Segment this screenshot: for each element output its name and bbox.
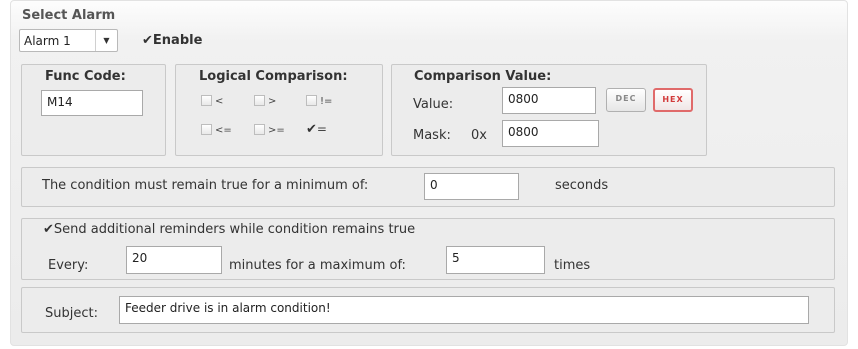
option-ge[interactable]: >= [254, 124, 285, 136]
checkbox-le[interactable] [201, 124, 212, 135]
option-ne[interactable]: != [306, 95, 332, 107]
every-label: Every: [48, 258, 89, 273]
mask-label: Mask: [413, 128, 451, 143]
check-icon: ✔ [142, 33, 153, 48]
checkbox-gt[interactable] [254, 95, 265, 106]
every-minutes-input[interactable]: 20 [126, 246, 222, 274]
check-icon[interactable]: ✔ [306, 122, 317, 137]
reminders-label: Send additional reminders while conditio… [53, 222, 416, 237]
times-label: times [554, 258, 591, 273]
checkbox-ne[interactable] [306, 95, 317, 106]
value-input[interactable]: 0800 [502, 87, 596, 114]
chevron-down-icon[interactable]: ▼ [95, 30, 117, 51]
func-code-legend: Func Code: [45, 69, 126, 84]
mask-prefix: 0x [471, 128, 487, 143]
func-code-input[interactable]: M14 [41, 90, 143, 116]
condition-prefix: The condition must remain true for a min… [42, 178, 369, 193]
alarm-select-value: Alarm 1 [24, 34, 71, 48]
option-eq[interactable]: ✔= [306, 122, 327, 137]
mask-input[interactable]: 0800 [502, 120, 599, 147]
checkbox-lt[interactable] [201, 95, 212, 106]
dec-button[interactable]: DEC [606, 88, 646, 112]
minutes-label: minutes for a maximum of: [229, 258, 406, 273]
subject-input[interactable]: Feeder drive is in alarm condition! [119, 296, 809, 324]
hex-button[interactable]: HEX [653, 88, 693, 112]
enable-label: Enable [152, 33, 203, 48]
checkbox-ge[interactable] [254, 124, 265, 135]
comparison-value-legend: Comparison Value: [414, 69, 552, 84]
subject-label: Subject: [45, 306, 98, 321]
max-times-input[interactable]: 5 [446, 246, 545, 274]
condition-seconds-input[interactable]: 0 [424, 173, 519, 200]
logical-comparison-legend: Logical Comparison: [199, 69, 348, 84]
option-le[interactable]: <= [201, 124, 232, 136]
enable-checkbox[interactable]: ✔Enable [142, 33, 202, 48]
section-title: Select Alarm [22, 8, 116, 23]
option-gt[interactable]: > [254, 95, 276, 107]
check-icon[interactable]: ✔ [43, 222, 54, 237]
seconds-label: seconds [555, 178, 609, 193]
option-lt[interactable]: < [201, 95, 223, 107]
value-label: Value: [413, 97, 454, 112]
reminders-checkbox[interactable]: ✔Send additional reminders while conditi… [43, 222, 415, 237]
alarm-select[interactable]: Alarm 1 ▼ [19, 29, 118, 52]
